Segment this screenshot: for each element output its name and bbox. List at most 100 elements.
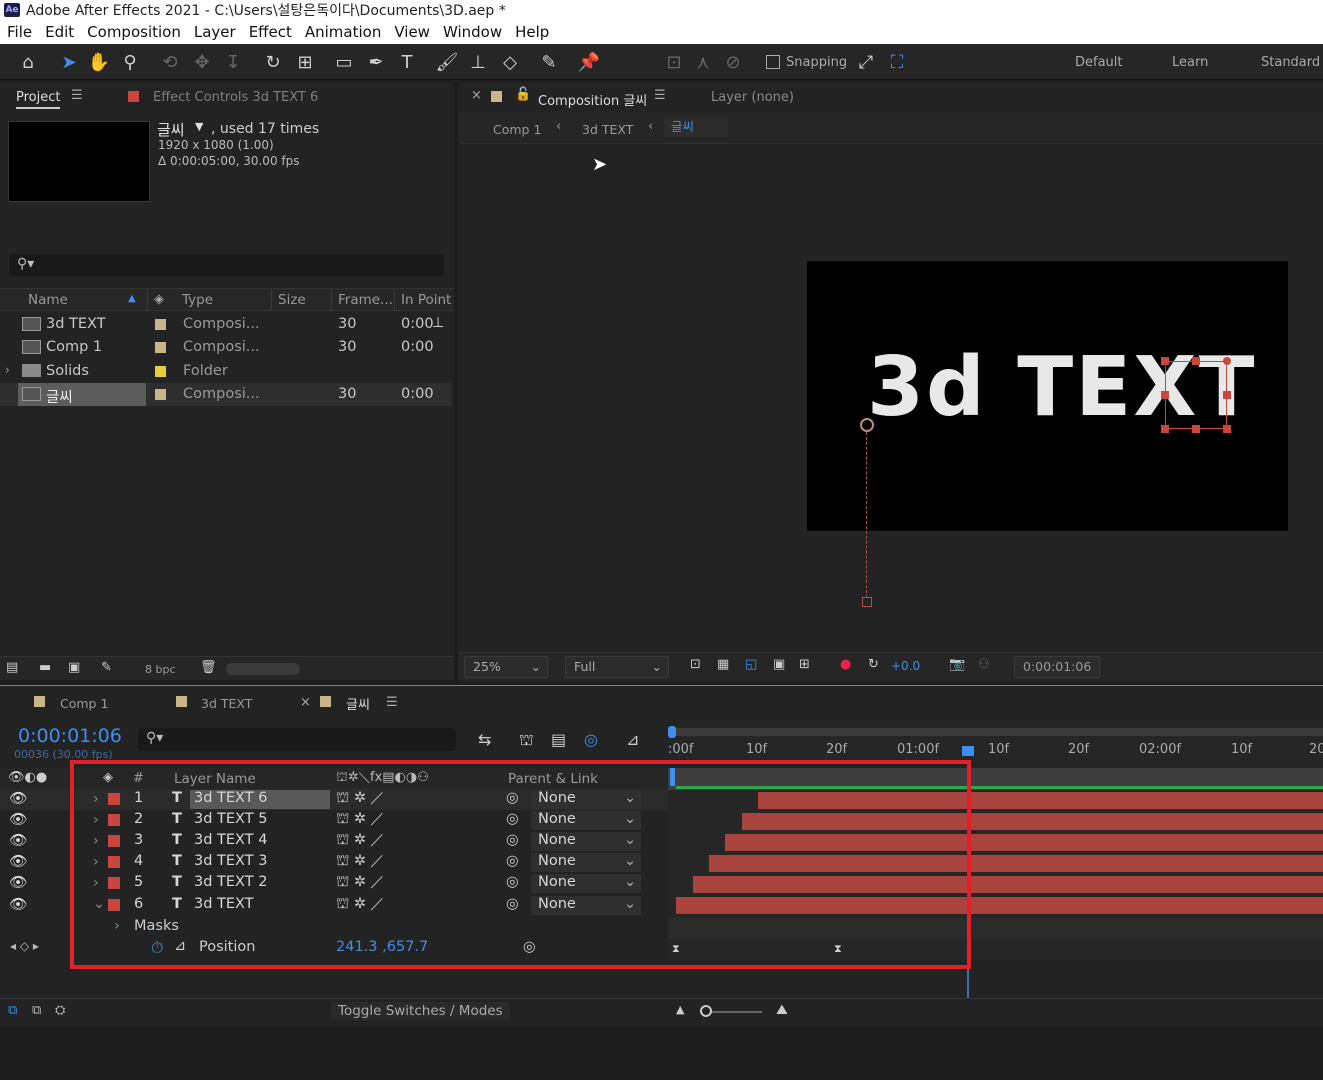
work-area-bar[interactable]: [668, 728, 1323, 736]
menu-edit[interactable]: Edit: [45, 23, 74, 41]
zoom-tool-icon[interactable]: ⚲: [117, 50, 143, 74]
timeline-current-time[interactable]: 0:00:01:06: [18, 725, 122, 747]
mask-visibility-icon[interactable]: ◱: [745, 657, 757, 672]
menu-composition[interactable]: Composition: [87, 23, 181, 41]
grid-guides-icon[interactable]: ⊞: [799, 657, 810, 672]
comp-canvas[interactable]: 3d TEXT: [807, 261, 1288, 531]
reset-exposure-icon[interactable]: ↻: [868, 657, 879, 672]
exposure-value[interactable]: +0.0: [891, 659, 920, 673]
keyframe-navigator-icon[interactable]: ◂ ◇ ▸: [10, 939, 39, 953]
snapshot-camera-icon[interactable]: 📷: [949, 657, 965, 672]
pan-behind-tool-icon[interactable]: ⊞: [292, 50, 318, 74]
bounding-handle[interactable]: [1223, 425, 1231, 433]
workspace-standard[interactable]: Standard: [1261, 55, 1320, 70]
menu-view[interactable]: View: [394, 23, 430, 41]
lock-icon[interactable]: 🔓: [515, 87, 531, 102]
trash-icon[interactable]: 🗑: [200, 660, 217, 675]
work-area-start-handle[interactable]: [668, 726, 676, 738]
orbit-camera-icon[interactable]: ⟲: [157, 50, 183, 74]
graph-editor-icon[interactable]: ⊿: [626, 730, 639, 749]
bounding-handle[interactable]: [1161, 391, 1169, 399]
resolution-dropdown[interactable]: Full ⌄: [565, 656, 669, 678]
visibility-eye-icon[interactable]: 👁: [9, 896, 27, 913]
text-bounding-box[interactable]: [1165, 361, 1227, 429]
shy-layers-icon[interactable]: ⛫: [519, 730, 534, 751]
local-axis-icon[interactable]: ⊡: [661, 50, 687, 74]
tab-layer[interactable]: Layer (none): [711, 90, 794, 105]
brush-tool-icon[interactable]: 🖌: [434, 50, 460, 74]
label-tag-icon[interactable]: ◈: [154, 292, 164, 307]
breadcrumb-geulssi[interactable]: 글씨: [664, 117, 728, 137]
flowchart-icon[interactable]: ⊥: [432, 315, 444, 331]
tab-composition[interactable]: Composition 글씨: [538, 90, 647, 109]
project-menu-icon[interactable]: ☰: [71, 88, 83, 103]
region-of-interest-icon[interactable]: ▣: [773, 657, 785, 672]
frame-blending-icon[interactable]: ▤: [551, 730, 566, 749]
expand-chevron-icon[interactable]: ›: [5, 363, 10, 377]
tab-project[interactable]: Project: [16, 90, 61, 109]
adjust-settings-icon[interactable]: ✎: [101, 660, 112, 675]
world-axis-icon[interactable]: ⋏: [690, 50, 716, 74]
hand-tool-icon[interactable]: ✋: [86, 50, 112, 74]
menu-layer[interactable]: Layer: [194, 23, 236, 41]
workspace-default[interactable]: Default: [1075, 55, 1123, 70]
menu-effect[interactable]: Effect: [249, 23, 292, 41]
workspace-learn[interactable]: Learn: [1172, 55, 1208, 70]
snap-features-icon[interactable]: ⛶: [884, 50, 910, 74]
zoom-in-icon[interactable]: ⛰: [776, 1002, 788, 1018]
menu-window[interactable]: Window: [443, 23, 502, 41]
transfer-controls-pane-icon[interactable]: ⧉: [32, 1003, 41, 1018]
composition-menu-icon[interactable]: ☰: [654, 88, 666, 103]
project-item-3d-text[interactable]: 3d TEXT Composi... 30 0:00 ⊥: [0, 313, 452, 336]
bounding-handle[interactable]: [1192, 425, 1200, 433]
column-frame-rate[interactable]: Frame...: [332, 289, 395, 311]
column-type[interactable]: Type: [176, 289, 272, 311]
visibility-eye-icon[interactable]: 👁: [9, 790, 27, 807]
selection-tool-icon[interactable]: ➤: [56, 50, 82, 74]
new-folder-icon[interactable]: ▬: [39, 660, 51, 675]
timeline-tab-geulssi[interactable]: 글씨: [346, 694, 370, 713]
rectangle-tool-icon[interactable]: ▭: [331, 50, 357, 74]
visibility-eye-icon[interactable]: 👁: [9, 853, 27, 870]
breadcrumb-3d-text[interactable]: 3d TEXT: [582, 122, 633, 137]
in-out-pane-icon[interactable]: ⛭: [55, 1003, 65, 1018]
close-tab-icon[interactable]: ×: [471, 88, 482, 103]
puppet-pin-tool-icon[interactable]: 📌: [576, 50, 602, 74]
playhead-handle[interactable]: [962, 746, 974, 756]
project-item-solids[interactable]: › Solids Folder: [0, 360, 452, 383]
interpret-footage-icon[interactable]: ▤: [6, 660, 18, 675]
anchor-point-icon[interactable]: [860, 418, 874, 432]
zoom-out-icon[interactable]: ▲: [676, 1003, 684, 1016]
timeline-tab-comp-1[interactable]: Comp 1: [60, 696, 108, 711]
color-channels-icon[interactable]: ●: [840, 657, 851, 672]
project-item-geulssi[interactable]: 글씨 Composi... 30 0:00: [0, 383, 452, 406]
motion-path-keyframe[interactable]: [862, 597, 872, 607]
layer-switches-pane-icon[interactable]: ⧉: [8, 1003, 17, 1018]
toggle-switches-modes-button[interactable]: Toggle Switches / Modes: [331, 1002, 510, 1020]
bounding-handle[interactable]: [1223, 357, 1231, 365]
comp-mini-flowchart-icon[interactable]: ⇆: [478, 730, 491, 749]
time-ruler[interactable]: :00f 10f 20f 01:00f 10f 20f 02:00f 10f 2…: [668, 726, 1323, 762]
snapping-checkbox[interactable]: [766, 55, 780, 69]
breadcrumb-comp-1[interactable]: Comp 1: [493, 122, 541, 137]
home-icon[interactable]: ⌂: [15, 50, 41, 74]
new-composition-icon[interactable]: ▣: [68, 660, 80, 675]
menu-animation[interactable]: Animation: [305, 23, 381, 41]
usage-dropdown-icon[interactable]: ▼: [195, 120, 203, 133]
show-snapshot-icon[interactable]: ⚇: [978, 657, 990, 672]
close-tab-icon[interactable]: ×: [300, 695, 311, 710]
pen-tool-icon[interactable]: ✒: [363, 50, 389, 74]
visibility-eye-icon[interactable]: 👁: [9, 811, 27, 828]
timeline-tab-3d-text[interactable]: 3d TEXT: [201, 696, 252, 711]
eraser-tool-icon[interactable]: ◇: [497, 50, 523, 74]
snap-edges-icon[interactable]: ⤢: [853, 50, 879, 74]
clone-stamp-tool-icon[interactable]: ⊥: [465, 50, 491, 74]
timeline-menu-icon[interactable]: ☰: [386, 695, 398, 710]
project-item-comp-1[interactable]: Comp 1 Composi... 30 0:00: [0, 336, 452, 359]
menu-file[interactable]: File: [7, 23, 32, 41]
current-time-display[interactable]: 0:00:01:06: [1014, 656, 1100, 678]
fast-previews-icon[interactable]: ⊡: [690, 657, 701, 672]
visibility-eye-icon[interactable]: 👁: [9, 874, 27, 891]
column-size[interactable]: Size: [272, 289, 332, 311]
bounding-handle[interactable]: [1223, 391, 1231, 399]
